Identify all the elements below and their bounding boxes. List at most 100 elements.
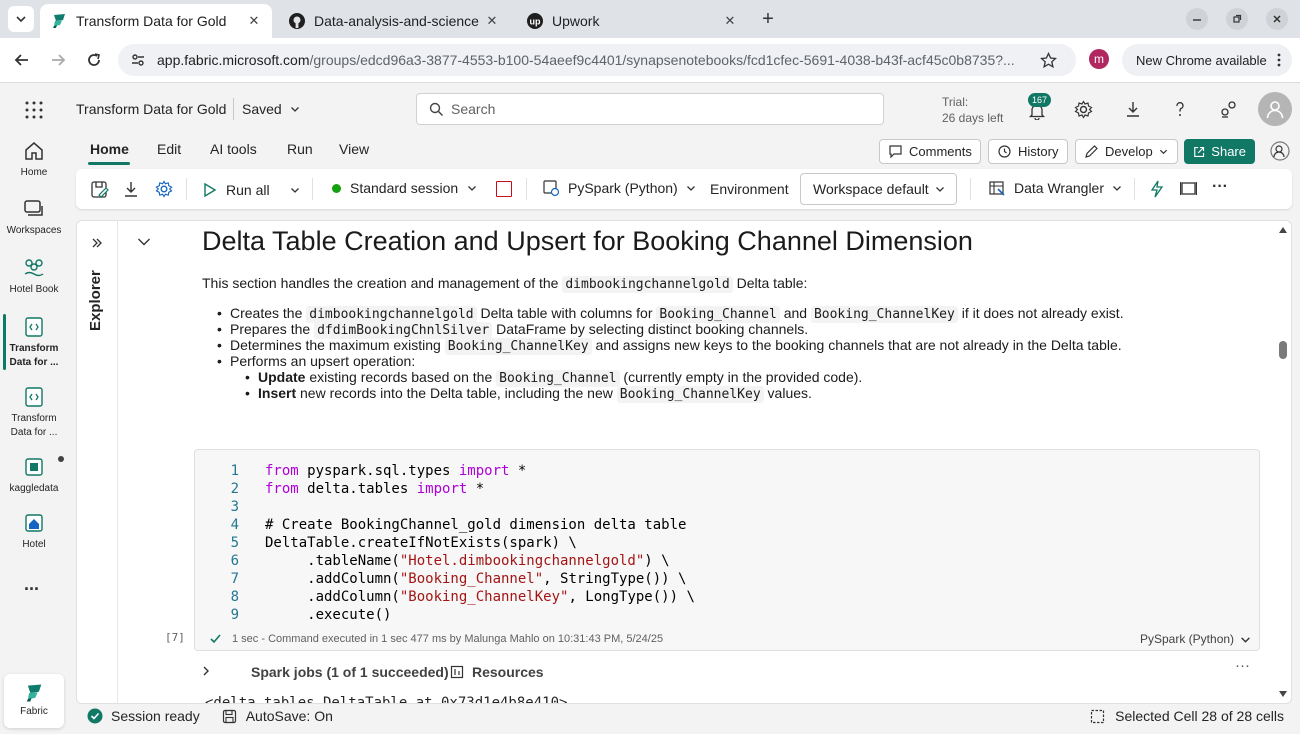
tab-run[interactable]: Run xyxy=(287,141,313,157)
rail-item-transform-data-active[interactable]: Transform Data for ... xyxy=(0,316,68,370)
fabric-switcher[interactable]: Fabric xyxy=(4,674,64,728)
scrollbar[interactable] xyxy=(1277,225,1289,701)
tab-title: Data-analysis-and-science xyxy=(314,13,479,29)
close-window-button[interactable] xyxy=(1266,8,1288,30)
line-number: 7 xyxy=(230,571,239,587)
rail-item-kaggledata[interactable]: kaggledata xyxy=(0,456,68,496)
tab-view[interactable]: View xyxy=(339,141,369,157)
session-label: Standard session xyxy=(350,180,459,196)
close-icon[interactable]: ✕ xyxy=(722,13,738,29)
expand-chevron-icon[interactable] xyxy=(201,665,211,677)
help-icon[interactable] xyxy=(1171,100,1189,118)
line-number: 1 xyxy=(230,463,239,479)
notifications-button[interactable]: 167 xyxy=(1024,93,1052,124)
notification-count-badge: 167 xyxy=(1028,93,1052,107)
line-number: 3 xyxy=(230,499,239,515)
home-icon xyxy=(25,142,43,160)
inline-code: dimbookingchannelgold xyxy=(562,276,733,293)
collapse-chevron-icon[interactable] xyxy=(137,236,151,248)
forward-arrow-icon[interactable] xyxy=(50,52,66,68)
notebook-title[interactable]: Transform Data for Gold xyxy=(76,101,226,117)
browser-tab[interactable]: Data-analysis-and-science ✕ xyxy=(278,4,510,38)
code-cell[interactable]: 1 from pyspark.sql.types import * 2 from d… xyxy=(194,449,1260,651)
copilot-lightning-icon[interactable] xyxy=(1148,180,1166,198)
resources-button[interactable]: Resources xyxy=(450,664,544,680)
close-icon[interactable]: ✕ xyxy=(484,13,500,29)
trial-status[interactable]: Trial: 26 days left xyxy=(942,94,1003,126)
language-dropdown[interactable]: PySpark (Python) xyxy=(542,179,696,197)
spark-jobs-summary[interactable]: Spark jobs (1 of 1 succeeded) xyxy=(251,664,449,680)
feedback-icon[interactable] xyxy=(1219,100,1238,119)
browser-tab-strip: Transform Data for Gold ✕ Data-analysis-… xyxy=(0,0,1300,38)
tab-edit[interactable]: Edit xyxy=(157,141,181,157)
tab-ai-tools[interactable]: AI tools xyxy=(210,141,257,157)
text: Determines the maximum existing xyxy=(230,337,441,353)
comments-button[interactable]: Comments xyxy=(879,139,981,164)
collaborators-icon[interactable] xyxy=(1270,141,1290,161)
data-wrangler-dropdown[interactable]: Data Wrangler xyxy=(988,179,1122,197)
share-button[interactable]: Share xyxy=(1184,139,1255,164)
address-bar[interactable]: app.fabric.microsoft.com/groups/edcd96a3… xyxy=(118,44,1076,76)
restore-button[interactable] xyxy=(1226,8,1248,30)
stop-session-button[interactable] xyxy=(496,181,512,197)
history-button[interactable]: History xyxy=(988,139,1068,164)
more-options-button[interactable]: ··· xyxy=(1212,178,1228,196)
autosave-label[interactable]: AutoSave: On xyxy=(246,708,333,724)
kebab-menu-icon xyxy=(1277,53,1281,67)
scroll-down-icon[interactable] xyxy=(1279,691,1287,697)
site-info-icon[interactable] xyxy=(130,52,146,68)
saved-status-dropdown[interactable]: Saved xyxy=(242,101,300,117)
app-header: Transform Data for Gold Saved Search Tri… xyxy=(0,84,1300,134)
close-icon[interactable]: ✕ xyxy=(246,13,262,29)
chevron-down-icon xyxy=(468,186,477,191)
scroll-up-icon[interactable] xyxy=(1279,227,1287,233)
rail-item-home[interactable]: Home xyxy=(0,140,68,180)
rail-item-workspaces[interactable]: Workspaces xyxy=(0,198,68,238)
back-arrow-icon[interactable] xyxy=(14,52,30,68)
full-screen-icon[interactable] xyxy=(1180,181,1197,196)
run-all-button[interactable]: Run all xyxy=(202,179,270,201)
save-disk-icon xyxy=(222,709,236,723)
rail-item-label: Transform xyxy=(11,413,57,424)
tab-home[interactable]: Home xyxy=(90,141,129,157)
explorer-panel[interactable]: Explorer xyxy=(77,221,118,703)
tab-search-button[interactable] xyxy=(8,6,34,32)
search-input[interactable]: Search xyxy=(416,93,884,125)
browser-tab[interactable]: up Upwork ✕ xyxy=(516,4,748,38)
settings-gear-icon[interactable] xyxy=(155,180,173,198)
rail-item-label: Workspaces xyxy=(6,225,62,236)
save-edit-icon[interactable] xyxy=(90,180,109,199)
run-all-label: Run all xyxy=(226,182,270,198)
chevron-down-icon[interactable] xyxy=(290,185,300,195)
develop-dropdown[interactable]: Develop xyxy=(1075,139,1178,164)
app-launcher-icon[interactable] xyxy=(25,101,43,119)
profile-avatar[interactable]: m xyxy=(1089,49,1109,69)
lakehouse-icon xyxy=(24,259,44,277)
scrollbar-thumb[interactable] xyxy=(1279,341,1287,359)
data-wrangler-label: Data Wrangler xyxy=(1014,180,1105,196)
new-tab-button[interactable]: + xyxy=(758,8,778,30)
inline-code: Booking_ChannelKey xyxy=(616,386,764,403)
reload-icon[interactable] xyxy=(86,52,102,68)
kernel-dropdown[interactable]: PySpark (Python) xyxy=(1140,632,1251,646)
session-status-dropdown[interactable]: Standard session xyxy=(332,180,477,196)
settings-gear-icon[interactable] xyxy=(1074,100,1093,119)
minimize-button[interactable] xyxy=(1186,8,1208,30)
rail-item-transform-data[interactable]: Transform Data for ... xyxy=(0,386,68,440)
browser-tab-active[interactable]: Transform Data for Gold ✕ xyxy=(40,4,272,38)
upwork-icon: up xyxy=(527,13,543,29)
user-avatar[interactable] xyxy=(1258,92,1292,126)
new-chrome-available-button[interactable]: New Chrome available xyxy=(1122,44,1292,76)
download-icon[interactable] xyxy=(1124,100,1142,118)
output-text: <delta.tables.DeltaTable at 0x73d1e4b8e4… xyxy=(205,695,568,704)
line-number: 8 xyxy=(230,589,239,605)
output-more-button[interactable]: ··· xyxy=(1235,657,1250,674)
rail-item-hotel[interactable]: Hotel xyxy=(0,512,68,552)
text: Performs an upsert operation: xyxy=(230,353,416,369)
download-icon[interactable] xyxy=(122,180,140,198)
rail-item-hotel-book[interactable]: Hotel Book xyxy=(0,257,68,297)
expand-chevrons-icon[interactable] xyxy=(91,237,103,249)
bookmark-star-icon[interactable] xyxy=(1040,52,1057,69)
environment-dropdown[interactable]: Workspace default xyxy=(800,173,957,205)
rail-more-button[interactable]: ... xyxy=(24,574,39,595)
